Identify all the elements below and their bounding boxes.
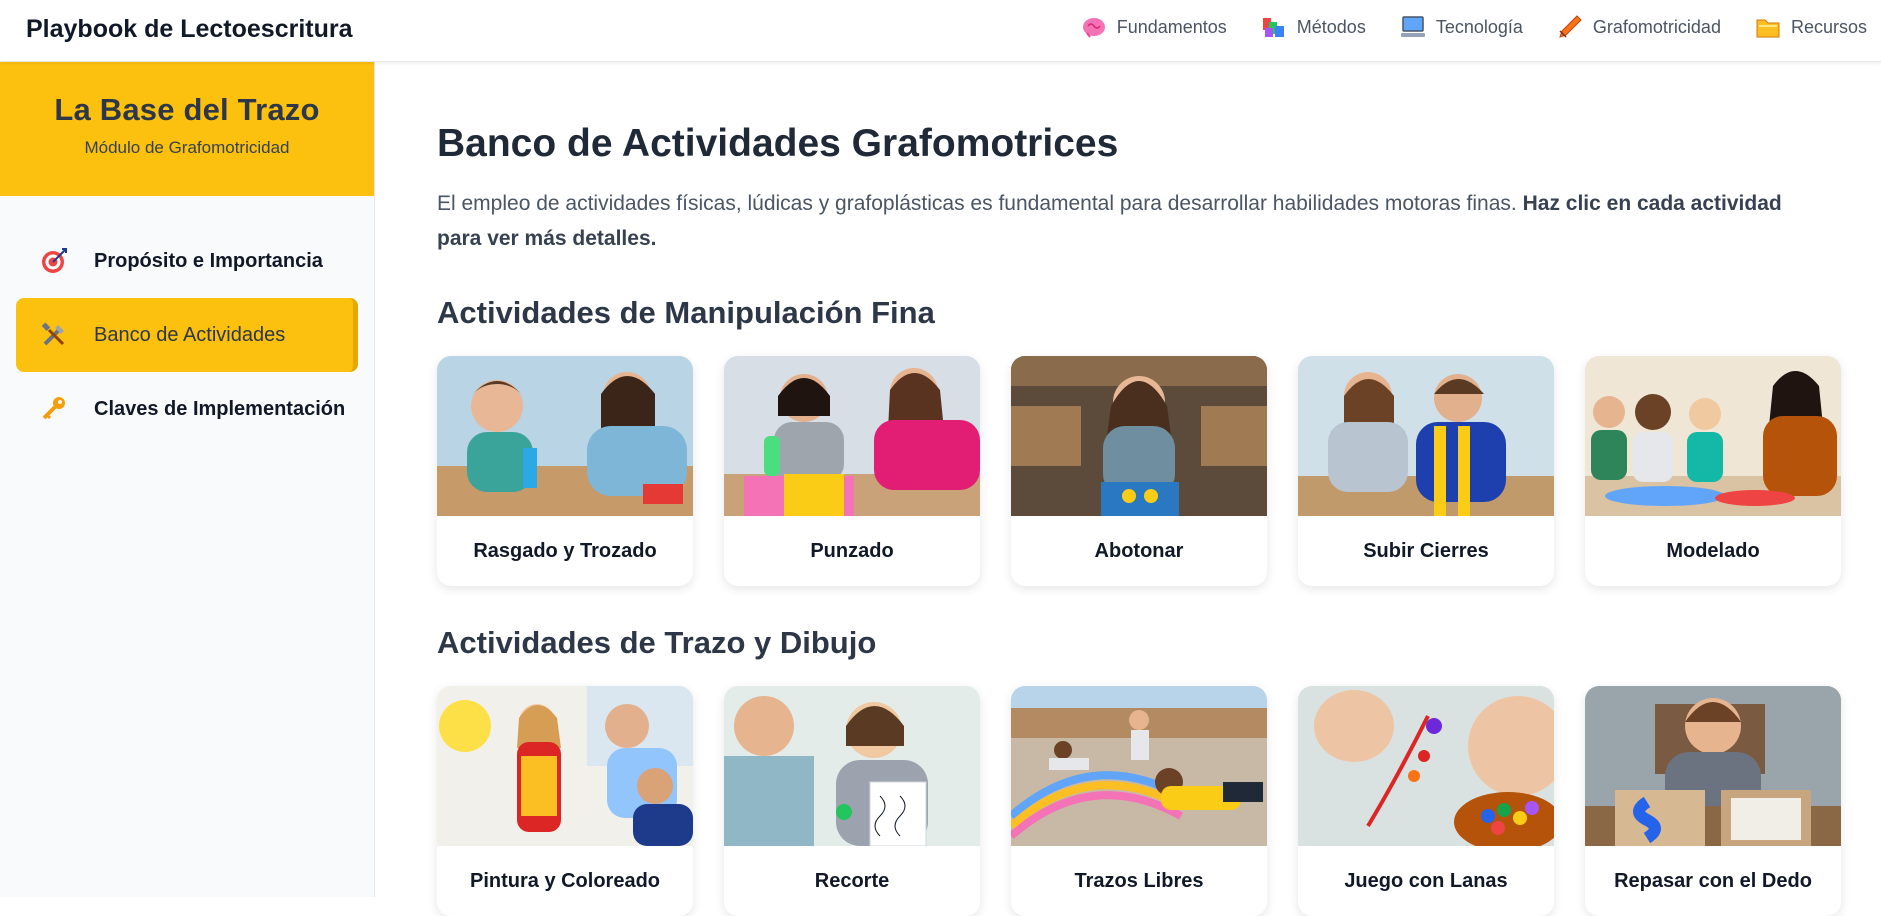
activity-card[interactable]: Subir Cierres <box>1298 356 1554 586</box>
activity-label: Repasar con el Dedo <box>1614 869 1812 892</box>
nav-label: Fundamentos <box>1116 16 1227 37</box>
top-nav: Fundamentos Métodos Tecnología Grafomotr… <box>1081 14 1867 40</box>
activity-image <box>1585 356 1841 516</box>
sidebar-item-label: Banco de Actividades <box>94 323 286 346</box>
activity-card[interactable]: Juego con Lanas <box>1298 686 1554 916</box>
sidebar-item-label: Propósito e Importancia <box>94 249 323 272</box>
brand-title[interactable]: Playbook de Lectoescritura <box>26 15 353 44</box>
activity-label: Abotonar <box>1094 539 1184 562</box>
activity-card[interactable]: Rasgado y Trozado <box>437 356 693 586</box>
card-grid: Rasgado y Trozado Punzado Abotonar Subir… <box>437 356 1841 586</box>
folder-icon <box>1755 14 1781 40</box>
pencil-icon <box>1557 14 1583 40</box>
activity-image <box>1298 686 1554 846</box>
nav-item-tecnologia[interactable]: Tecnología <box>1400 14 1523 40</box>
activity-image <box>1011 686 1267 846</box>
activity-card[interactable]: Modelado <box>1585 356 1841 586</box>
key-icon <box>40 395 68 423</box>
activity-image <box>724 356 980 516</box>
card-grid: Pintura y Coloreado Recorte Trazos Libre… <box>437 686 1841 916</box>
activity-image <box>724 686 980 846</box>
page-title: Banco de Actividades Grafomotrices <box>437 122 1119 165</box>
activity-label: Modelado <box>1666 539 1760 562</box>
section-title: Actividades de Trazo y Dibujo <box>437 625 877 660</box>
computer-icon <box>1400 14 1426 40</box>
nav-item-grafomotricidad[interactable]: Grafomotricidad <box>1557 14 1721 40</box>
activity-card[interactable]: Recorte <box>724 686 980 916</box>
target-icon <box>40 247 68 275</box>
activity-label: Recorte <box>814 869 890 892</box>
activity-card[interactable]: Abotonar <box>1011 356 1267 586</box>
activity-label: Pintura y Coloreado <box>469 869 661 892</box>
sidebar-header: La Base del Trazo Módulo de Grafomotrici… <box>0 62 374 196</box>
activity-image <box>1585 686 1841 846</box>
sidebar-title: La Base del Trazo <box>54 92 320 127</box>
sidebar-item-label: Claves de Implementación <box>94 397 346 420</box>
activity-image <box>1298 356 1554 516</box>
tools-icon <box>40 321 68 349</box>
main-content: Banco de Actividades Grafomotrices El em… <box>376 62 1881 916</box>
nav-item-recursos[interactable]: Recursos <box>1755 14 1867 40</box>
activity-label: Punzado <box>810 539 894 562</box>
intro-paragraph: El empleo de actividades físicas, lúdica… <box>437 186 1817 256</box>
activity-image <box>437 686 693 846</box>
sidebar-item-proposito[interactable]: Propósito e Importancia <box>16 224 358 298</box>
top-navbar: Playbook de Lectoescritura Fundamentos M… <box>0 0 1881 62</box>
activity-image <box>1011 356 1267 516</box>
section-title: Actividades de Manipulación Fina <box>437 295 935 330</box>
activity-label: Trazos Libres <box>1074 869 1204 892</box>
activity-card[interactable]: Trazos Libres <box>1011 686 1267 916</box>
nav-label: Grafomotricidad <box>1592 16 1721 37</box>
sidebar-subtitle: Módulo de Grafomotricidad <box>84 138 290 157</box>
nav-label: Métodos <box>1296 16 1366 37</box>
nav-label: Tecnología <box>1435 16 1523 37</box>
brain-icon <box>1081 14 1107 40</box>
sidebar-item-claves[interactable]: Claves de Implementación <box>16 372 358 446</box>
nav-label: Recursos <box>1790 16 1867 37</box>
activity-label: Subir Cierres <box>1363 539 1489 562</box>
activity-card[interactable]: Pintura y Coloreado <box>437 686 693 916</box>
books-icon <box>1261 14 1287 40</box>
sidebar: La Base del Trazo Módulo de Grafomotrici… <box>0 62 375 897</box>
activity-label: Juego con Lanas <box>1344 869 1508 892</box>
activity-image <box>437 356 693 516</box>
sidebar-item-banco[interactable]: Banco de Actividades <box>16 298 358 372</box>
sidebar-menu: Propósito e Importancia Banco de Activid… <box>0 196 374 446</box>
activity-card[interactable]: Punzado <box>724 356 980 586</box>
intro-text: El empleo de actividades físicas, lúdica… <box>437 192 1517 215</box>
nav-item-metodos[interactable]: Métodos <box>1261 14 1366 40</box>
nav-item-fundamentos[interactable]: Fundamentos <box>1081 14 1227 40</box>
activity-card[interactable]: Repasar con el Dedo <box>1585 686 1841 916</box>
activity-label: Rasgado y Trozado <box>473 539 657 562</box>
